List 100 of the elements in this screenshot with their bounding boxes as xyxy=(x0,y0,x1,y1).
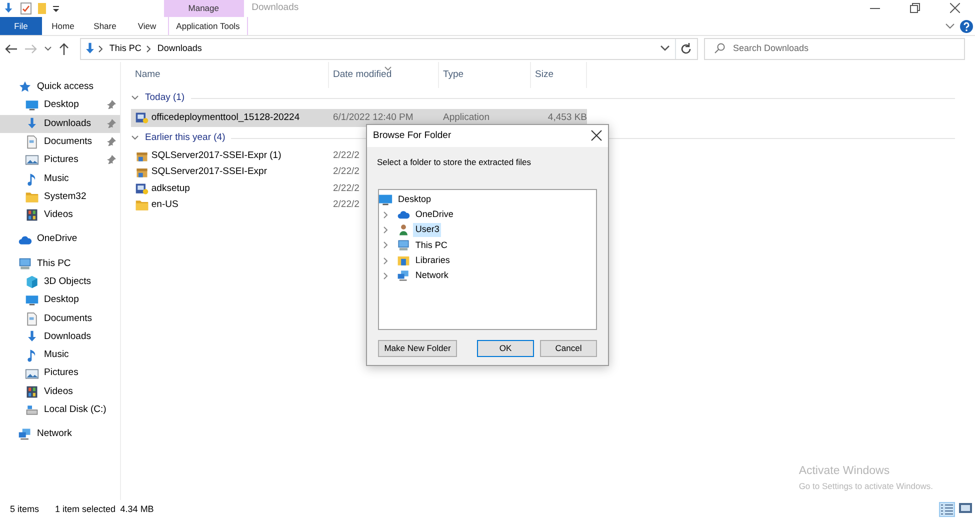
chevron-down-icon[interactable] xyxy=(660,44,670,52)
file-name: officedeploymenttool_15128-20224 xyxy=(151,110,300,125)
sidebar-item[interactable]: 3D Objects xyxy=(0,272,120,292)
sidebar-item[interactable]: Local Disk (C:) xyxy=(0,401,120,420)
folder-icon xyxy=(135,198,149,212)
star-icon xyxy=(18,80,32,94)
address-bar[interactable]: This PC Downloads xyxy=(80,38,698,60)
column-header[interactable]: Name xyxy=(131,62,329,88)
document-icon xyxy=(25,135,39,150)
picture-icon xyxy=(25,366,39,381)
close-icon[interactable] xyxy=(950,3,960,13)
sidebar-item[interactable]: Documents xyxy=(0,310,120,328)
sort-caret-icon xyxy=(384,66,392,71)
tree-item[interactable]: Network xyxy=(413,269,450,283)
ribbon-tab[interactable]: Home xyxy=(42,17,84,35)
file-name[interactable]: SQLServer2017-SSEI-Expr xyxy=(151,165,268,180)
refresh-icon[interactable] xyxy=(680,43,692,55)
chevron-down-icon[interactable] xyxy=(131,134,139,142)
dialog-prompt: Select a folder to store the extracted files xyxy=(376,156,532,169)
picture-icon xyxy=(25,153,39,168)
sidebar-item[interactable]: Documents xyxy=(0,132,120,152)
column-header[interactable]: Date modified xyxy=(329,62,439,88)
chevron-down-icon[interactable] xyxy=(44,45,52,53)
breadcrumb-separator-icon xyxy=(145,45,154,53)
file-date: 2/22/2 xyxy=(333,150,360,162)
column-header[interactable]: Size xyxy=(531,62,587,88)
sidebar-item[interactable]: Downloads xyxy=(0,114,120,133)
pin-icon xyxy=(107,118,116,128)
file-name[interactable]: en-US xyxy=(151,198,178,212)
up-icon[interactable] xyxy=(58,42,70,56)
tree-item[interactable]: Libraries xyxy=(413,254,452,268)
file-name[interactable]: adksetup xyxy=(151,182,190,196)
file-type: Application xyxy=(443,112,490,123)
chevron-down-icon[interactable] xyxy=(131,94,139,102)
item-count: 5 items xyxy=(10,502,40,516)
ribbon-tab[interactable]: View xyxy=(126,17,168,35)
tree-item[interactable]: Desktop xyxy=(396,192,434,206)
dropdown-icon[interactable] xyxy=(52,4,60,14)
file-size: 4,453 KB xyxy=(548,112,587,123)
dialog-button[interactable]: OK xyxy=(477,340,534,357)
sidebar-item[interactable]: Desktop xyxy=(0,96,120,115)
breadcrumb-separator-icon xyxy=(97,45,106,53)
film-icon xyxy=(25,384,39,399)
sidebar-item[interactable]: OneDrive xyxy=(0,230,120,249)
sidebar-item[interactable]: Downloads xyxy=(0,328,120,346)
ribbon-tab[interactable]: File xyxy=(0,17,42,35)
selection-size: 4.34 MB xyxy=(120,502,154,516)
cube-icon xyxy=(25,275,39,290)
sidebar-item[interactable]: Network xyxy=(0,425,120,444)
sidebar-item[interactable]: Quick access xyxy=(0,78,120,96)
sidebar-item[interactable]: Pictures xyxy=(0,151,120,170)
installer-icon xyxy=(135,111,149,125)
column-header[interactable]: Type xyxy=(439,62,531,88)
tree-item[interactable]: This PC xyxy=(413,238,450,252)
file-date: 2/22/2 xyxy=(333,182,360,194)
sidebar-item[interactable]: This PC xyxy=(0,254,120,273)
dialog-button[interactable]: Cancel xyxy=(540,340,597,357)
dialog-button[interactable]: Make New Folder xyxy=(378,340,457,357)
checklist-icon[interactable] xyxy=(20,2,32,15)
ribbon-tab[interactable]: Share xyxy=(84,17,126,35)
user-icon xyxy=(397,223,410,236)
search-field[interactable]: Search Downloads xyxy=(704,38,965,60)
file-name[interactable]: SQLServer2017-SSEI-Expr (1) xyxy=(151,149,282,164)
selection-count: 1 item selected xyxy=(55,502,116,516)
tree-item[interactable]: User3 xyxy=(413,223,442,237)
sidebar-item[interactable]: Music xyxy=(0,169,120,188)
drive-icon xyxy=(25,403,39,418)
monitor-icon xyxy=(25,293,39,308)
breadcrumb[interactable]: Downloads xyxy=(153,42,206,56)
window-title: Downloads xyxy=(250,1,299,16)
dialog-title: Browse For Folder xyxy=(373,128,452,143)
search-icon xyxy=(714,43,725,54)
tree-item[interactable]: OneDrive xyxy=(413,208,456,222)
cloud-icon xyxy=(397,208,410,222)
activation-notice-title: Activate Windows xyxy=(798,464,891,479)
computer-icon xyxy=(18,256,32,271)
back-icon[interactable] xyxy=(4,43,18,55)
help-icon[interactable] xyxy=(960,20,973,32)
monitor-icon xyxy=(25,98,39,112)
pin-icon xyxy=(107,155,116,164)
pin-icon xyxy=(107,100,116,110)
ribbon-tab[interactable]: Application Tools xyxy=(168,17,248,35)
file-date: 2/22/2 xyxy=(333,166,360,178)
computer-icon xyxy=(397,238,410,252)
chevron-down-icon[interactable] xyxy=(944,22,955,30)
sidebar-item[interactable]: Videos xyxy=(0,382,120,402)
restore-icon[interactable] xyxy=(910,3,920,13)
sidebar-item[interactable]: Videos xyxy=(0,206,120,224)
breadcrumb[interactable]: This PC xyxy=(105,42,146,56)
group-header[interactable]: Today (1) xyxy=(145,90,185,106)
details-view-button[interactable] xyxy=(939,502,956,517)
sidebar-item[interactable]: Desktop xyxy=(0,291,120,310)
close-icon[interactable] xyxy=(591,130,602,141)
sidebar-item[interactable]: System32 xyxy=(0,188,120,206)
file-row[interactable]: officedeploymenttool_15128-20224 6/1/2022 12:40 PM Application 4,453 KB xyxy=(131,109,587,127)
sidebar-item[interactable]: Music xyxy=(0,346,120,364)
group-header[interactable]: Earlier this year (4) xyxy=(145,130,226,146)
installer-icon xyxy=(135,182,149,196)
document-icon xyxy=(25,312,39,326)
sidebar-item[interactable]: Pictures xyxy=(0,364,120,383)
